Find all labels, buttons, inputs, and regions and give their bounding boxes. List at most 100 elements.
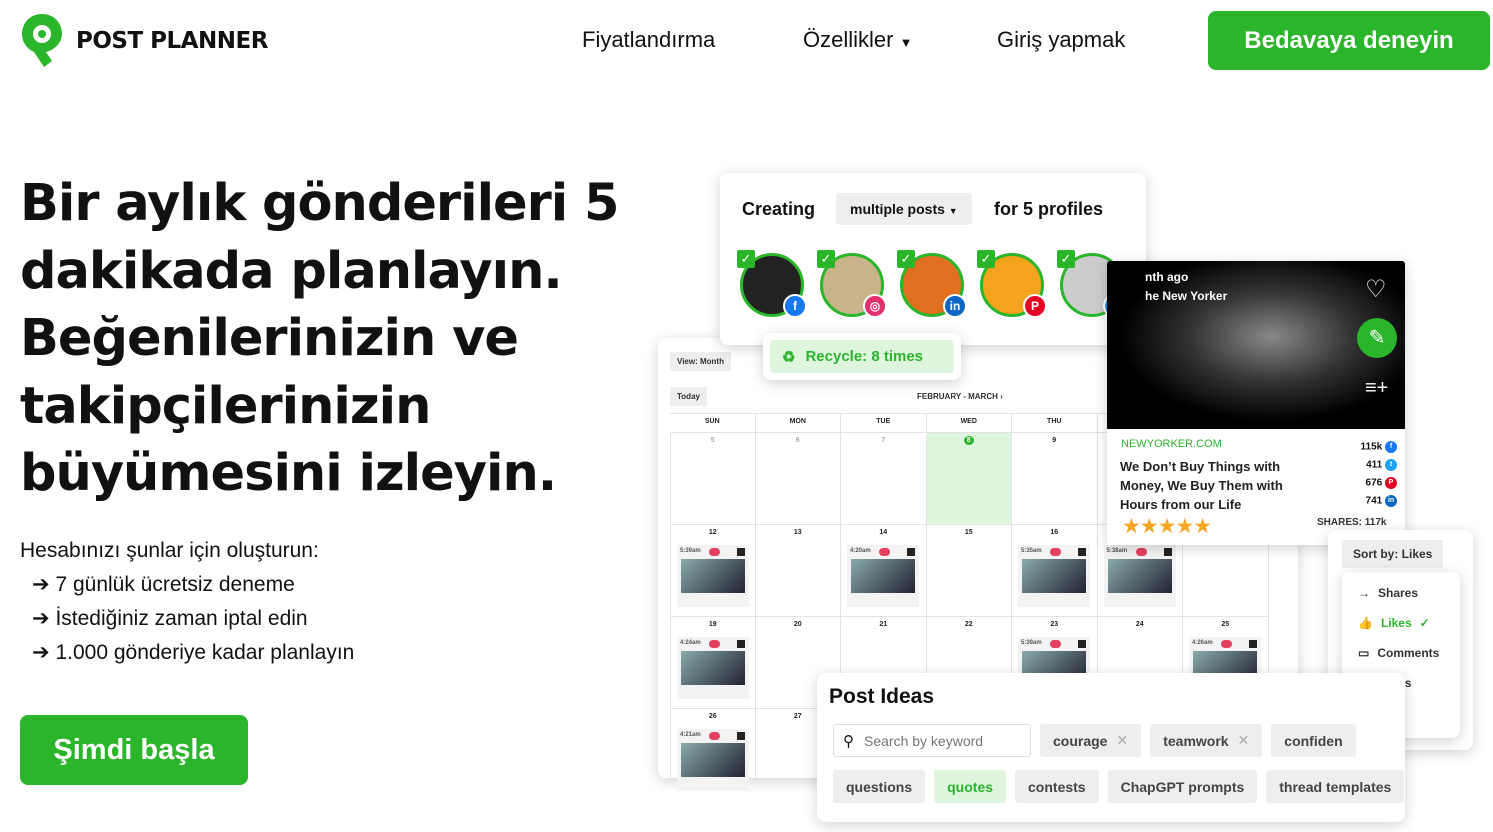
sort-option-comments[interactable]: ▭ Comments bbox=[1342, 638, 1460, 668]
facebook-icon: f bbox=[783, 294, 807, 318]
instagram-icon bbox=[1050, 640, 1061, 648]
image-icon bbox=[1163, 548, 1172, 556]
post-time: 4:21am bbox=[680, 732, 701, 738]
calendar-day[interactable]: 6 bbox=[755, 433, 841, 525]
idea-category[interactable]: thread templates bbox=[1266, 770, 1405, 803]
image-icon bbox=[907, 548, 915, 556]
view-month-button[interactable]: View: Month bbox=[670, 352, 731, 371]
day-number: 5 bbox=[710, 437, 715, 444]
search-icon: ⚲ bbox=[843, 732, 854, 750]
arrow-right-icon: ➔ bbox=[32, 573, 50, 596]
calendar-day[interactable]: 9 bbox=[1012, 433, 1098, 525]
idea-category[interactable]: quotes bbox=[934, 770, 1007, 803]
profile-avatar[interactable]: ✓ P bbox=[977, 250, 1047, 318]
post-thumbnail bbox=[681, 651, 745, 685]
post-ideas-title: Post Ideas bbox=[829, 685, 935, 708]
calendar-day[interactable]: 12 5:39am bbox=[670, 525, 756, 617]
hero-bullet: ➔ 7 günlük ücretsiz deneme bbox=[20, 568, 354, 602]
checkmark-icon: ✓ bbox=[817, 250, 835, 268]
post-type-select[interactable]: multiple posts ▼ bbox=[836, 193, 972, 225]
day-number: 24 bbox=[1135, 621, 1144, 628]
image-icon bbox=[1249, 640, 1257, 648]
option-label: Comments bbox=[1377, 646, 1440, 660]
checkmark-icon: ✓ bbox=[897, 250, 915, 268]
profile-avatar[interactable]: ✓ f bbox=[737, 250, 807, 318]
post-time: 5:38am bbox=[1106, 548, 1128, 554]
heart-icon[interactable]: ♡ bbox=[1365, 275, 1387, 304]
day-header: WED bbox=[926, 413, 1012, 433]
recycle-label: Recycle: 8 times bbox=[805, 348, 924, 365]
profile-avatar[interactable]: ✓ ◎ bbox=[817, 250, 887, 318]
image-icon bbox=[737, 640, 745, 648]
post-time: 5:39am bbox=[1021, 640, 1042, 646]
scheduled-post[interactable]: 4:24am bbox=[677, 637, 749, 699]
stat-value: 411 bbox=[1366, 459, 1383, 471]
logo[interactable]: POST PLANNER bbox=[20, 12, 268, 69]
idea-category[interactable]: ChapGPT prompts bbox=[1107, 770, 1258, 803]
range-label: FEBRUARY - MARCH bbox=[917, 392, 998, 401]
share-stat: 676 P bbox=[1337, 477, 1397, 495]
arrow-right-icon: ➔ bbox=[32, 641, 50, 664]
day-number: 9 bbox=[1052, 437, 1057, 444]
keyword-search[interactable]: ⚲ bbox=[833, 724, 1031, 757]
calendar-day[interactable]: 26 4:21am bbox=[670, 709, 756, 791]
calendar-day[interactable]: 19 4:24am bbox=[670, 617, 756, 709]
pinterest-icon: P bbox=[1023, 294, 1047, 318]
scheduled-post[interactable]: 5:39am bbox=[677, 545, 749, 607]
idea-category[interactable]: contests bbox=[1015, 770, 1099, 803]
recycle-icon: ♻ bbox=[782, 348, 796, 366]
sort-option-shares[interactable]: → Shares bbox=[1342, 578, 1460, 608]
close-icon[interactable]: ✕ bbox=[1238, 732, 1250, 749]
post-time: 5:39am bbox=[680, 548, 701, 554]
total-shares: SHARES: 117k bbox=[1317, 517, 1387, 528]
start-now-button[interactable]: Şimdi başla bbox=[20, 715, 248, 785]
scheduled-post[interactable]: 5:35am bbox=[1018, 545, 1090, 607]
feather-icon[interactable]: ✎ bbox=[1357, 318, 1397, 358]
bullet-text: 1.000 gönderiye kadar planlayın bbox=[55, 641, 355, 664]
try-free-button[interactable]: Bedavaya deneyin bbox=[1208, 11, 1490, 70]
day-number: 26 bbox=[708, 713, 717, 720]
calendar-day[interactable]: 15 bbox=[926, 525, 1012, 617]
sort-option-likes[interactable]: 👍 Likes ✓ bbox=[1342, 608, 1460, 638]
image-icon bbox=[737, 732, 745, 740]
keyword-tag[interactable]: courage ✕ bbox=[1040, 724, 1142, 757]
news-domain: NEWYORKER.COM bbox=[1121, 438, 1222, 450]
keyword-tag[interactable]: teamwork ✕ bbox=[1150, 724, 1263, 757]
rating-stars: ★★★★★ bbox=[1122, 515, 1212, 538]
close-icon[interactable]: ✕ bbox=[1116, 732, 1128, 749]
post-thumbnail bbox=[1107, 559, 1172, 593]
calendar-day[interactable]: 14 4:20am bbox=[841, 525, 927, 617]
instagram-icon bbox=[1221, 640, 1232, 648]
calendar-day[interactable]: 13 bbox=[755, 525, 841, 617]
idea-category[interactable]: questions bbox=[833, 770, 926, 803]
calendar-day[interactable]: 8 bbox=[926, 433, 1012, 525]
keyword-tag[interactable]: confiden bbox=[1271, 724, 1356, 757]
post-time: 4:24am bbox=[680, 640, 701, 646]
brand-name: POST PLANNER bbox=[76, 27, 268, 54]
nav-features[interactable]: Özellikler ▼ bbox=[803, 27, 912, 53]
stat-value: 115k bbox=[1360, 441, 1383, 453]
add-to-queue-icon[interactable]: ≡+ bbox=[1365, 377, 1388, 400]
calendar-day[interactable]: 7 bbox=[841, 433, 927, 525]
scheduled-post[interactable]: 5:38am bbox=[1103, 545, 1176, 607]
news-card[interactable]: nth ago he New Yorker ♡ ✎ ≡+ NEWYORKER.CO… bbox=[1107, 261, 1405, 545]
nav-login[interactable]: Giriş yapmak bbox=[997, 27, 1125, 53]
option-label: Likes bbox=[1380, 616, 1412, 630]
calendar-day[interactable]: 5 bbox=[670, 433, 756, 525]
scheduled-post[interactable]: 4:21am bbox=[677, 729, 749, 791]
day-number: 6 bbox=[795, 437, 800, 444]
hero-sub-intro: Hesabınızı şunlar için oluşturun: bbox=[20, 539, 319, 562]
recycle-badge[interactable]: ♻ Recycle: 8 times bbox=[763, 333, 961, 380]
pin-logo-icon bbox=[22, 14, 62, 67]
today-button[interactable]: Today bbox=[670, 387, 707, 406]
post-time: 5:35am bbox=[1021, 548, 1042, 554]
search-input[interactable] bbox=[864, 732, 1014, 749]
sort-by-button[interactable]: Sort by: Likes bbox=[1342, 540, 1444, 568]
nav-pricing[interactable]: Fiyatlandırma bbox=[582, 27, 715, 53]
checkmark-icon: ✓ bbox=[977, 250, 995, 268]
calendar-day[interactable]: 16 5:35am bbox=[1012, 525, 1098, 617]
profile-avatar[interactable]: ✓ in bbox=[897, 250, 967, 318]
scheduled-post[interactable]: 4:20am bbox=[847, 545, 919, 607]
calendar-range[interactable]: FEBRUARY - MARCH › bbox=[917, 392, 1003, 401]
tag-label: teamwork bbox=[1163, 732, 1229, 749]
